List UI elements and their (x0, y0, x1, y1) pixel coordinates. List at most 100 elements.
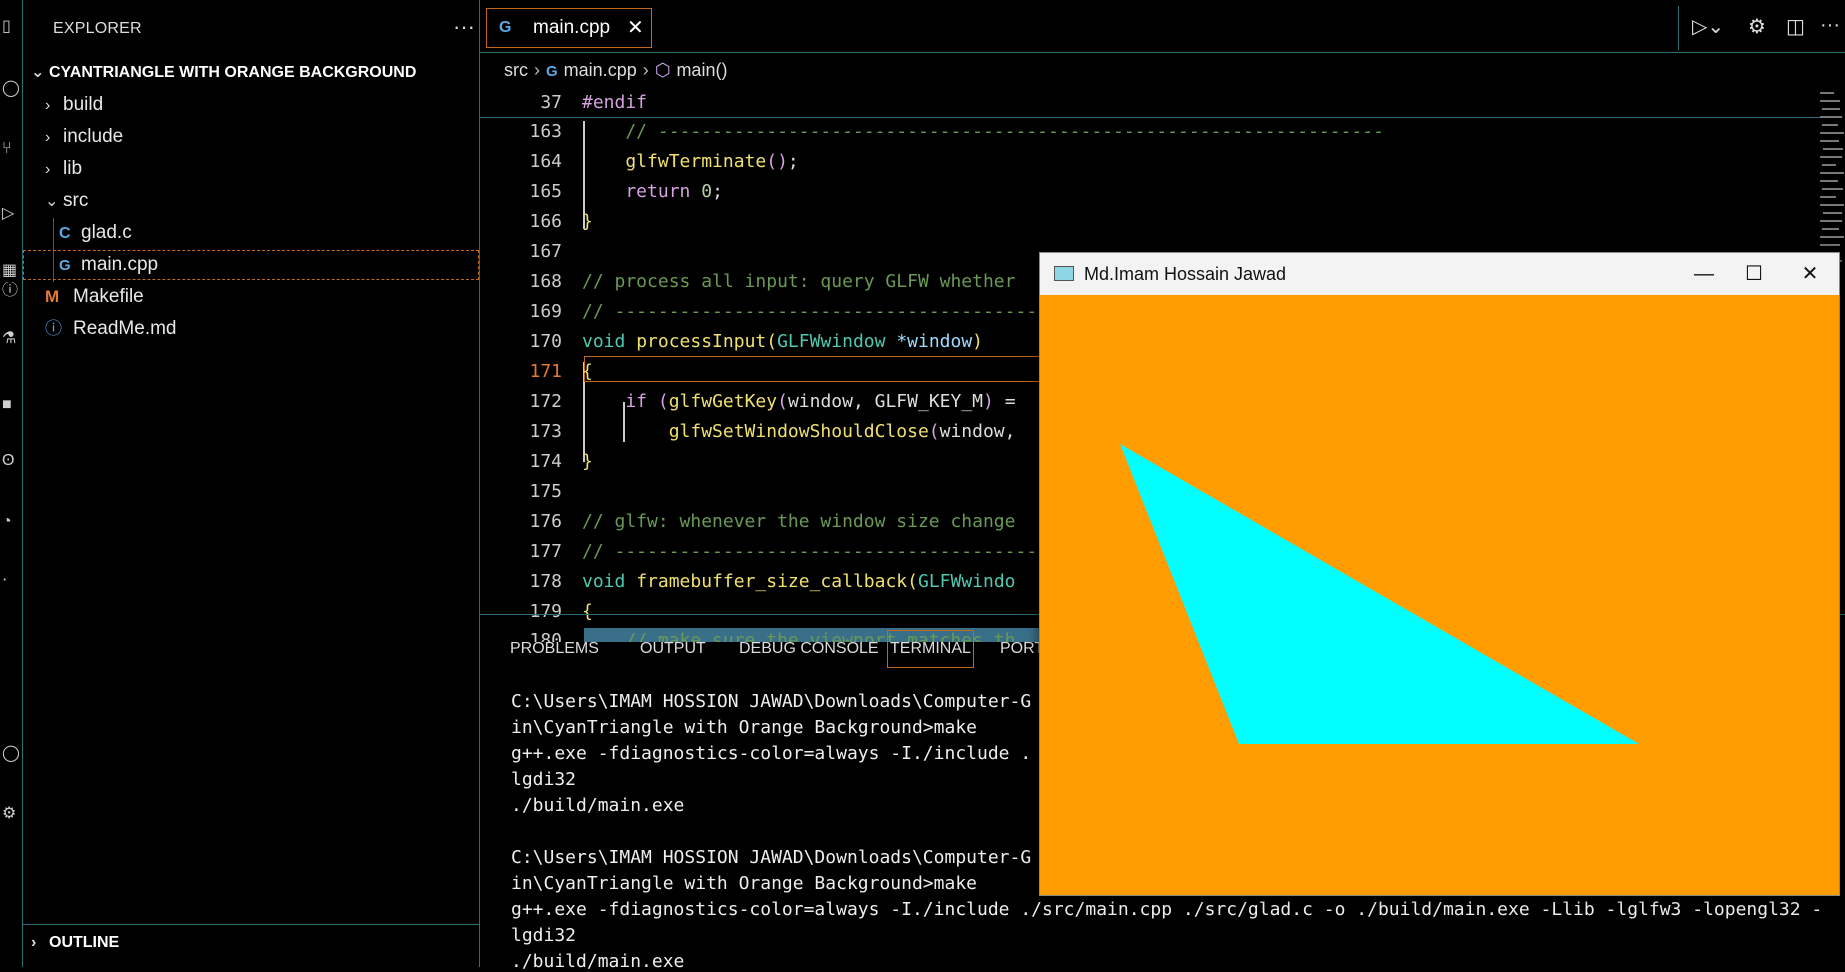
outline-divider (23, 924, 479, 925)
terminal-line: lgdi32 (511, 925, 577, 946)
account-icon[interactable]: ◯ (2, 745, 20, 763)
window-app-icon (1054, 266, 1074, 281)
terminal-line: g++.exe -fdiagnostics-color=always -I./i… (511, 899, 1823, 920)
line-number: 175 (529, 481, 562, 502)
folder-build[interactable]: › build (45, 90, 103, 120)
tab-main-cpp[interactable]: G main.cpp ✕ (486, 8, 652, 48)
line-number: 166 (529, 211, 562, 232)
testing-icon[interactable]: ⚗ (2, 330, 20, 348)
chevron-right-icon: › (642, 60, 649, 80)
glfw-window-titlebar[interactable]: Md.Imam Hossain Jawad — ☐ ✕ (1040, 253, 1839, 295)
terminal-line: C:\Users\IMAM HOSSION JAWAD\Downloads\Co… (511, 847, 1032, 868)
maximize-button[interactable]: ☐ (1734, 259, 1774, 289)
gear-icon[interactable]: ⚙ (1748, 14, 1766, 39)
run-debug-icon[interactable]: ▷⌄ (1692, 14, 1724, 39)
project-folder-header[interactable]: ⌄ CYANTRIANGLE WITH ORANGE BACKGROUND (31, 62, 416, 84)
manage-gear-icon[interactable]: ⚙ (2, 805, 20, 823)
editor-tab-bar: G main.cpp ✕ ▷⌄ ⚙ ◫ ··· (480, 0, 1845, 53)
line-number: 169 (529, 301, 562, 322)
chevron-right-icon: › (45, 97, 51, 114)
code-line: glfwTerminate(); (582, 151, 799, 172)
line-number: 173 (529, 421, 562, 442)
explorer-title: EXPLORER (53, 20, 142, 37)
folder-include[interactable]: › include (45, 122, 123, 152)
docker-icon[interactable]: ⋅ (2, 572, 20, 590)
extensions-icon[interactable]: ▦ (2, 262, 20, 280)
breadcrumb-file[interactable]: main.cpp (564, 60, 637, 80)
file-main-cpp[interactable]: Gmain.cpp (23, 250, 479, 280)
file-label: glad.c (81, 222, 132, 243)
search-icon[interactable]: ◯ (2, 80, 20, 98)
tab-output[interactable]: OUTPUT (640, 631, 706, 667)
remote-icon[interactable]: ■ (2, 396, 20, 414)
cpp-file-icon: G (59, 257, 71, 274)
file-label: Makefile (73, 286, 144, 307)
close-icon[interactable]: ✕ (627, 9, 644, 47)
terminal-line: ./build/main.exe (511, 951, 685, 972)
tab-problems[interactable]: PROBLEMS (510, 631, 599, 667)
code-line: } (582, 451, 593, 472)
makefile-icon: M (45, 287, 60, 306)
code-line: // -------------------------------------… (582, 541, 1038, 562)
folder-label: build (63, 94, 104, 115)
outline-section-header[interactable]: › OUTLINE (31, 934, 119, 952)
folder-lib[interactable]: › lib (45, 154, 82, 184)
terminal-line: C:\Users\IMAM HOSSION JAWAD\Downloads\Co… (511, 691, 1032, 712)
folder-src[interactable]: ⌄ src (45, 186, 88, 216)
chevron-right-icon: › (31, 934, 37, 951)
folder-label: src (63, 190, 89, 211)
github-icon[interactable]: ʘ (2, 452, 20, 470)
code-line: void processInput(GLFWwindow *window) (582, 331, 984, 352)
code-line: // glfw: whenever the window size change (582, 511, 1016, 532)
terminal-line: ./build/main.exe (511, 795, 685, 816)
close-button[interactable]: ✕ (1790, 259, 1830, 289)
terminal-line: g++.exe -fdiagnostics-color=always -I./i… (511, 743, 1032, 764)
line-number: 164 (529, 151, 562, 172)
line-number: 167 (529, 241, 562, 262)
explorer-more-actions-icon[interactable]: ··· (453, 14, 475, 40)
cyan-triangle (1120, 444, 1639, 744)
code-line: return 0; (582, 181, 723, 202)
chevron-right-icon: › (45, 129, 51, 146)
minimap[interactable] (1820, 92, 1845, 272)
split-editor-icon[interactable]: ◫ (1786, 14, 1805, 39)
code-line: // -------------------------------------… (582, 301, 1038, 322)
line-number: 37 (540, 92, 562, 113)
terminal-line: lgdi32 (511, 769, 577, 790)
code-line: { (582, 361, 593, 382)
cpp-file-icon: G (499, 19, 512, 36)
file-readme[interactable]: ⓘ ReadMe.md (45, 314, 177, 344)
minimize-button[interactable]: — (1684, 259, 1724, 289)
explorer-sidebar: EXPLORER ··· ⌄ CYANTRIANGLE WITH ORANGE B… (23, 0, 480, 967)
outline-label: OUTLINE (49, 934, 120, 951)
toolbar-divider (1678, 6, 1679, 50)
tab-label: main.cpp (533, 17, 611, 38)
file-makefile[interactable]: M Makefile (45, 282, 144, 312)
line-number: 171 (529, 361, 562, 382)
info-icon[interactable]: ⓘ (2, 282, 20, 300)
chevron-down-icon: ⌄ (45, 193, 59, 210)
code-line: if (glfwGetKey(window, GLFW_KEY_M) = (582, 391, 1016, 412)
sticky-scroll-line[interactable]: 37 #endif (480, 89, 1830, 118)
timeline-icon[interactable]: ◔ (2, 513, 20, 531)
file-label: ReadMe.md (73, 318, 177, 339)
line-number: 163 (529, 121, 562, 142)
run-debug-icon[interactable]: ▷ (2, 205, 20, 223)
file-glad-c[interactable]: Cglad.c (59, 218, 132, 248)
more-actions-icon[interactable]: ··· (1820, 14, 1840, 37)
render-surface (1120, 444, 1639, 744)
code-line: // -------------------------------------… (582, 121, 1384, 142)
code-line: #endif (582, 92, 648, 113)
symbol-method-icon: ⬡ (654, 60, 671, 80)
opengl-canvas[interactable] (1040, 295, 1839, 895)
line-number: 176 (529, 511, 562, 532)
tab-debug-console[interactable]: DEBUG CONSOLE (739, 631, 879, 667)
tab-ports[interactable]: PORT (1000, 631, 1044, 667)
tab-terminal[interactable]: TERMINAL (887, 630, 974, 668)
glfw-window[interactable]: Md.Imam Hossain Jawad — ☐ ✕ (1039, 252, 1840, 896)
source-control-icon[interactable]: ⑂ (2, 140, 20, 158)
breadcrumb-folder[interactable]: src (504, 60, 528, 80)
explorer-icon[interactable]: ▯ (2, 18, 20, 36)
breadcrumb-symbol[interactable]: main() (676, 60, 727, 80)
chevron-down-icon: ⌄ (31, 64, 45, 81)
